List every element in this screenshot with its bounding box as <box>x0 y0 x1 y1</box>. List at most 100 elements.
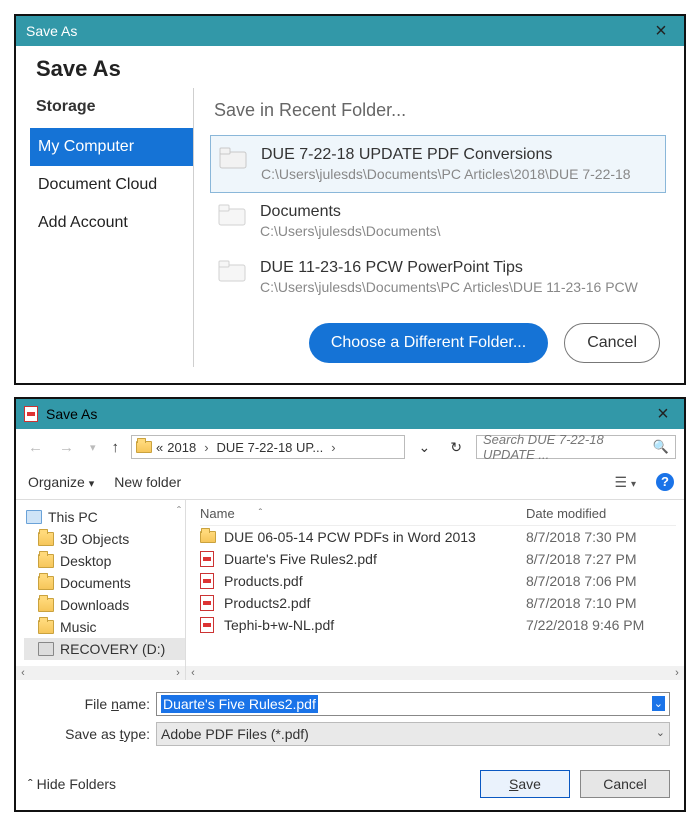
tree-item-this-pc[interactable]: This PC <box>24 506 185 528</box>
drive-icon <box>38 642 54 656</box>
folder-icon <box>38 620 54 634</box>
filename-input[interactable]: Duarte's Five Rules2.pdf ⌄ <box>156 692 670 716</box>
window-title: Save As <box>26 23 77 39</box>
file-date: 7/22/2018 9:46 PM <box>526 617 676 633</box>
file-name: Products.pdf <box>224 573 526 589</box>
chevron-down-icon[interactable]: ⌄ <box>656 726 665 739</box>
folder-icon <box>38 554 54 568</box>
nav-back-icon[interactable]: ← <box>24 437 47 458</box>
hide-folders-toggle[interactable]: ˆ Hide Folders <box>28 776 116 792</box>
file-row[interactable]: Tephi-b+w-NL.pdf7/22/2018 9:46 PM <box>200 614 676 636</box>
list-horizontal-scrollbar[interactable]: ‹› <box>186 666 684 680</box>
sidebar-item-add-account[interactable]: Add Account <box>30 204 193 242</box>
column-name-header[interactable]: Name <box>200 506 235 521</box>
cancel-button[interactable]: Cancel <box>564 323 660 363</box>
chevron-right-icon[interactable]: › <box>327 440 339 455</box>
tree-item-3d-objects[interactable]: 3D Objects <box>24 528 185 550</box>
filename-label: File name: <box>30 696 150 712</box>
recent-folder-row[interactable]: DUE 7-22-18 UPDATE PDF Conversions C:\Us… <box>210 135 666 193</box>
cancel-button[interactable]: Cancel <box>580 770 670 798</box>
recent-folder-path: C:\Users\julesds\Documents\PC Articles\D… <box>260 279 658 295</box>
search-input[interactable]: Search DUE 7-22-18 UPDATE ... 🔍 <box>476 435 676 459</box>
file-row[interactable]: DUE 06-05-14 PCW PDFs in Word 20138/7/20… <box>200 526 676 548</box>
close-icon[interactable]: × <box>650 404 676 424</box>
dialog-heading: Save As <box>30 46 670 88</box>
file-name: Products2.pdf <box>224 595 526 611</box>
help-icon[interactable]: ? <box>656 473 674 491</box>
recent-folder-row[interactable]: DUE 11-23-16 PCW PowerPoint Tips C:\User… <box>210 249 666 305</box>
save-as-simple-dialog: Save As × Save As Storage My Computer Do… <box>14 14 686 385</box>
save-as-type-select[interactable]: Adobe PDF Files (*.pdf) ⌄ <box>156 722 670 746</box>
tree-item-desktop[interactable]: Desktop <box>24 550 185 572</box>
file-name: DUE 06-05-14 PCW PDFs in Word 2013 <box>224 529 526 545</box>
file-row[interactable]: Products2.pdf8/7/2018 7:10 PM <box>200 592 676 614</box>
search-icon: 🔍 <box>653 439 669 455</box>
folder-icon <box>219 146 247 170</box>
save-button[interactable]: Save <box>480 770 570 798</box>
tree-item-documents[interactable]: Documents <box>24 572 185 594</box>
tree-horizontal-scrollbar[interactable]: ‹› <box>16 666 185 680</box>
storage-sidebar: Storage My Computer Document Cloud Add A… <box>30 88 194 367</box>
tree-item-recovery-d[interactable]: RECOVERY (D:) <box>24 638 185 660</box>
column-date-header[interactable]: Date modified <box>526 506 676 521</box>
address-dropdown-icon[interactable]: ⌄ <box>413 439 437 456</box>
nav-tree: ˆ This PC 3D Objects Desktop Documents D… <box>16 500 186 680</box>
file-date: 8/7/2018 7:27 PM <box>526 551 676 567</box>
refresh-icon[interactable]: ↻ <box>444 439 468 456</box>
pdf-icon <box>200 551 218 567</box>
file-list: Name ˆ Date modified DUE 06-05-14 PCW PDF… <box>186 500 684 680</box>
file-name: Duarte's Five Rules2.pdf <box>224 551 526 567</box>
close-icon[interactable]: × <box>648 21 674 41</box>
tree-item-music[interactable]: Music <box>24 616 185 638</box>
save-as-explorer-dialog: Save As × ← → ▾ ↑ « 2018 › DUE 7-22-18 U… <box>14 397 686 812</box>
folder-icon <box>38 576 54 590</box>
pdf-icon <box>200 573 218 589</box>
search-placeholder: Search DUE 7-22-18 UPDATE ... <box>483 432 653 462</box>
folder-icon <box>200 531 218 543</box>
file-date: 8/7/2018 7:06 PM <box>526 573 676 589</box>
file-row[interactable]: Products.pdf8/7/2018 7:06 PM <box>200 570 676 592</box>
pdf-icon <box>200 617 218 633</box>
folder-icon <box>218 259 246 283</box>
chevron-down-icon: ▾ <box>89 478 95 490</box>
folder-icon <box>136 441 152 453</box>
choose-different-folder-button[interactable]: Choose a Different Folder... <box>309 323 548 363</box>
nav-recent-dropdown-icon[interactable]: ▾ <box>86 439 100 456</box>
save-as-type-label: Save as type: <box>30 726 150 742</box>
recent-folder-name: Documents <box>260 203 658 221</box>
recent-folder-row[interactable]: Documents C:\Users\julesds\Documents\ <box>210 193 666 249</box>
folder-icon <box>38 532 54 546</box>
pdf-icon <box>200 595 218 611</box>
titlebar[interactable]: Save As × <box>16 16 684 46</box>
nav-up-icon[interactable]: ↑ <box>108 437 124 458</box>
sort-asc-icon: ˆ <box>259 508 262 519</box>
recent-heading: Save in Recent Folder... <box>210 94 666 135</box>
view-options-button[interactable]: ☰ ▾ <box>615 474 636 491</box>
recent-folder-path: C:\Users\julesds\Documents\PC Articles\2… <box>261 166 657 182</box>
breadcrumb-item[interactable]: DUE 7-22-18 UP... <box>213 440 328 455</box>
address-bar[interactable]: « 2018 › DUE 7-22-18 UP... › <box>131 435 405 459</box>
nav-forward-icon[interactable]: → <box>55 437 78 458</box>
file-row[interactable]: Duarte's Five Rules2.pdf8/7/2018 7:27 PM <box>200 548 676 570</box>
file-date: 8/7/2018 7:30 PM <box>526 529 676 545</box>
titlebar[interactable]: Save As × <box>16 399 684 429</box>
pdf-app-icon <box>24 406 40 422</box>
new-folder-button[interactable]: New folder <box>114 474 181 490</box>
sidebar-item-document-cloud[interactable]: Document Cloud <box>30 166 193 204</box>
chevron-up-icon[interactable]: ˆ <box>177 504 181 518</box>
recent-folder-name: DUE 7-22-18 UPDATE PDF Conversions <box>261 146 657 164</box>
pc-icon <box>26 510 42 524</box>
tree-item-downloads[interactable]: Downloads <box>24 594 185 616</box>
chevron-down-icon[interactable]: ⌄ <box>652 696 665 711</box>
recent-folder-path: C:\Users\julesds\Documents\ <box>260 223 658 239</box>
chevron-up-icon: ˆ <box>28 776 33 792</box>
chevron-right-icon[interactable]: › <box>200 440 212 455</box>
file-date: 8/7/2018 7:10 PM <box>526 595 676 611</box>
sidebar-item-my-computer[interactable]: My Computer <box>30 128 193 166</box>
file-name: Tephi-b+w-NL.pdf <box>224 617 526 633</box>
folder-icon <box>38 598 54 612</box>
organize-menu[interactable]: Organize ▾ <box>28 474 94 490</box>
breadcrumb-item[interactable]: 2018 <box>163 440 200 455</box>
folder-icon <box>218 203 246 227</box>
breadcrumb-pre: « <box>156 440 163 455</box>
